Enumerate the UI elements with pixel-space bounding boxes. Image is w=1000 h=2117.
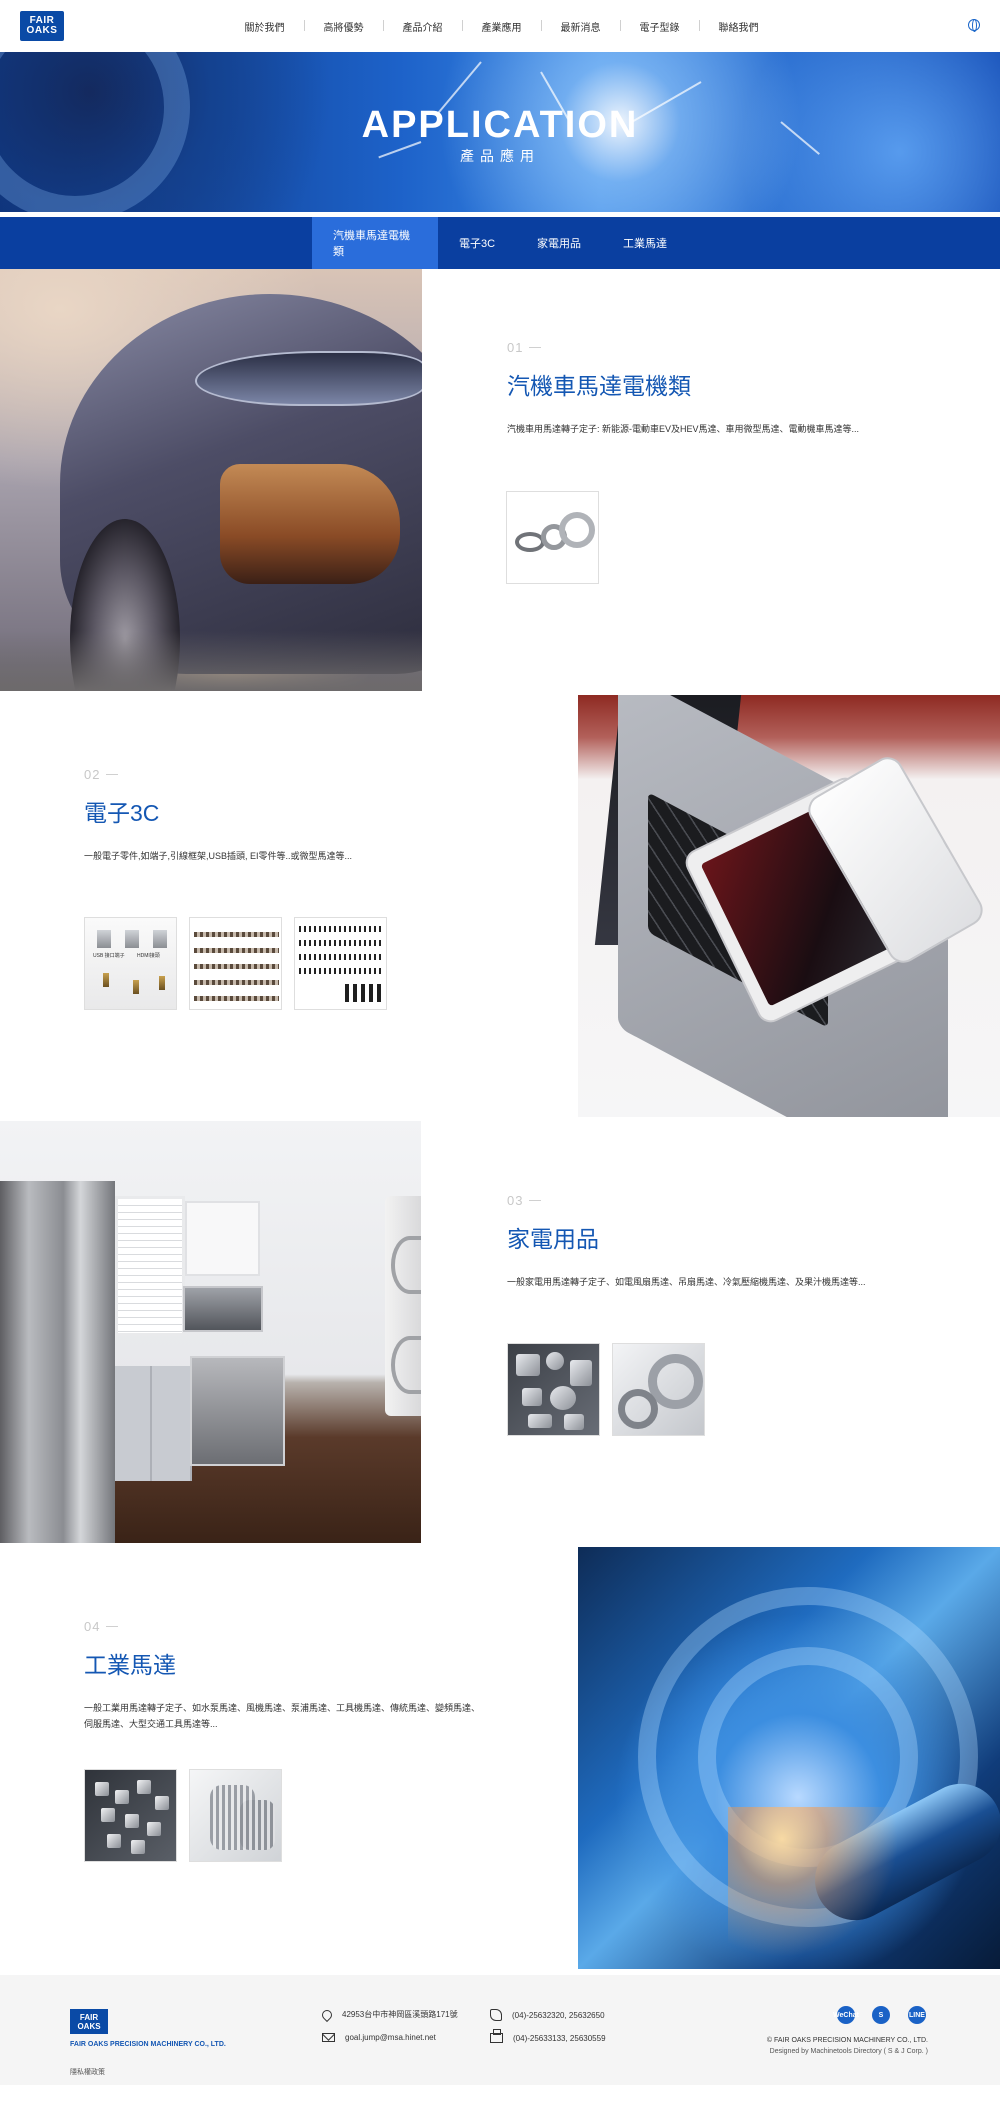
product-thumbnail[interactable] (506, 491, 599, 584)
product-thumbnail[interactable] (189, 917, 282, 1010)
footer-phone: (04)-25632320, 25632650 (490, 2009, 605, 2021)
site-header: FAIR OAKS 關於我們 高將優勢 產品介紹 產業應用 最新消息 電子型錄 … (0, 0, 1000, 52)
tab-home-appliances[interactable]: 家電用品 (516, 217, 602, 269)
product-thumbnails (506, 491, 599, 584)
section-title: 電子3C (84, 800, 160, 826)
fax-text: (04)-25633133, 25630559 (513, 2033, 606, 2043)
section-photo-industrial (578, 1547, 1000, 1969)
phone-icon (490, 2009, 502, 2021)
section-description-line: 一般工業用馬達轉子定子、如水泵馬達、風機馬達、泵浦馬達、工具機馬達、傳統馬達、變… (84, 1703, 481, 1713)
logo-line-2: OAKS (26, 25, 58, 36)
nav-about[interactable]: 關於我們 (225, 19, 304, 34)
banner-title: APPLICATION (361, 104, 639, 146)
nav-news[interactable]: 最新消息 (541, 19, 620, 34)
site-footer: FAIR OAKS FAIR OAKS PRECISION MACHINERY … (0, 1975, 1000, 2085)
product-thumbnail[interactable] (189, 1769, 282, 1862)
phone-text: (04)-25632320, 25632650 (512, 2010, 605, 2020)
footer-address: 42953台中市神岡區溪頭路171號 (319, 2007, 458, 2022)
thumb-caption: HDMI接頭 (137, 953, 160, 959)
company-logo[interactable]: FAIR OAKS (20, 11, 64, 41)
main-nav: 關於我們 高將優勢 產品介紹 產業應用 最新消息 電子型錄 聯絡我們 (225, 0, 778, 52)
banner-subtitle: 產品應用 (460, 148, 540, 164)
product-thumbnail[interactable] (507, 1343, 600, 1436)
email-link[interactable]: goal.jump@msa.hinet.net (345, 2033, 436, 2042)
tab-electronics-3c[interactable]: 電子3C (438, 217, 516, 269)
product-thumbnails (507, 1343, 705, 1436)
footer-logo[interactable]: FAIR OAKS (70, 2009, 108, 2034)
application-section-electronics: 02 電子3C 一般電子零件,如端子,引線框架,USB插頭, EI零件等..或微… (0, 695, 1000, 1117)
product-thumbnails (84, 1769, 282, 1862)
logo-line-1: FAIR (79, 2012, 99, 2022)
privacy-link[interactable]: 隱私權政策 (70, 2067, 105, 2077)
thumb-caption: USB 接口端子 (93, 953, 125, 959)
section-title: 工業馬達 (84, 1652, 176, 1678)
product-thumbnail[interactable] (84, 1769, 177, 1862)
application-section-appliances: 03 家電用品 一般家電用馬達轉子定子、如電風扇馬達、吊扇馬達、冷氣壓縮機馬達、… (0, 1121, 1000, 1543)
copyright: © FAIR OAKS PRECISION MACHINERY CO., LTD… (766, 2037, 928, 2044)
designer-credit: Designed by Machinetools Directory ( S &… (769, 2048, 928, 2055)
application-section-industrial: 04 工業馬達 一般工業用馬達轉子定子、如水泵馬達、風機馬達、泵浦馬達、工具機馬… (0, 1547, 1000, 1969)
section-text: 03 家電用品 一般家電用馬達轉子定子、如電風扇馬達、吊扇馬達、冷氣壓縮機馬達、… (507, 1193, 947, 1290)
section-description: 一般家電用馬達轉子定子、如電風扇馬達、吊扇馬達、冷氣壓縮機馬達、及果汁機馬達等.… (507, 1277, 866, 1287)
footer-fax: (04)-25633133, 25630559 (490, 2029, 606, 2043)
skype-icon[interactable]: S (872, 2006, 890, 2024)
section-number: 04 (84, 1619, 524, 1634)
wechat-icon[interactable]: WeChat (833, 2006, 859, 2024)
line-icon[interactable]: LINE (908, 2006, 926, 2024)
footer-email: goal.jump@msa.hinet.net (322, 2033, 436, 2042)
application-section-automotive: 01 汽機車馬達電機類 汽機車用馬達轉子定子: 新能源-電動車EV及HEV馬達、… (0, 269, 1000, 691)
tab-automotive-motor[interactable]: 汽機車馬達電機類 (311, 217, 438, 269)
mail-icon (322, 2033, 335, 2042)
product-thumbnail[interactable] (294, 917, 387, 1010)
logo-line-2: OAKS (77, 2021, 101, 2031)
section-photo-kitchen (0, 1121, 421, 1543)
section-number: 03 (507, 1193, 947, 1208)
product-thumbnail[interactable]: USB 接口端子 HDMI接頭 (84, 917, 177, 1010)
section-number: 01 (507, 340, 937, 355)
section-title: 汽機車馬達電機類 (507, 373, 691, 399)
location-icon (319, 2007, 335, 2022)
section-description: 一般工業用馬達轉子定子、如水泵馬達、風機馬達、泵浦馬達、工具機馬達、傳統馬達、變… (84, 1700, 524, 1732)
section-description-line: 伺服馬達、大型交通工具馬達等... (84, 1719, 218, 1729)
section-text: 04 工業馬達 一般工業用馬達轉子定子、如水泵馬達、風機馬達、泵浦馬達、工具機馬… (84, 1619, 524, 1732)
tab-industrial-motor[interactable]: 工業馬達 (602, 217, 688, 269)
section-description: 一般電子零件,如端子,引線框架,USB插頭, EI零件等..或微型馬達等... (84, 851, 353, 861)
product-thumbnail[interactable] (612, 1343, 705, 1436)
nav-catalog[interactable]: 電子型錄 (620, 19, 699, 34)
nav-advantages[interactable]: 高將優勢 (304, 19, 383, 34)
section-number: 02 (84, 767, 514, 782)
section-text: 02 電子3C 一般電子零件,如端子,引線框架,USB插頭, EI零件等..或微… (84, 767, 514, 864)
product-thumbnails: USB 接口端子 HDMI接頭 (84, 917, 387, 1010)
nav-contact[interactable]: 聯絡我們 (699, 19, 778, 34)
section-photo-car (0, 269, 422, 691)
section-photo-laptop (578, 695, 1000, 1117)
page-banner: APPLICATION 產品應用 (0, 52, 1000, 212)
fax-icon (490, 2029, 503, 2043)
address-text: 42953台中市神岡區溪頭路171號 (342, 2010, 458, 2019)
footer-company-name: FAIR OAKS PRECISION MACHINERY CO., LTD. (70, 2041, 226, 2048)
nav-products[interactable]: 產品介紹 (383, 19, 462, 34)
section-text: 01 汽機車馬達電機類 汽機車用馬達轉子定子: 新能源-電動車EV及HEV馬達、… (507, 340, 937, 437)
section-description: 汽機車用馬達轉子定子: 新能源-電動車EV及HEV馬達、車用微型馬達、電動機車馬… (507, 424, 860, 434)
nav-applications[interactable]: 產業應用 (462, 19, 541, 34)
section-title: 家電用品 (507, 1226, 599, 1252)
globe-icon[interactable] (968, 19, 980, 32)
category-tabs: 汽機車馬達電機類 電子3C 家電用品 工業馬達 (0, 217, 1000, 269)
